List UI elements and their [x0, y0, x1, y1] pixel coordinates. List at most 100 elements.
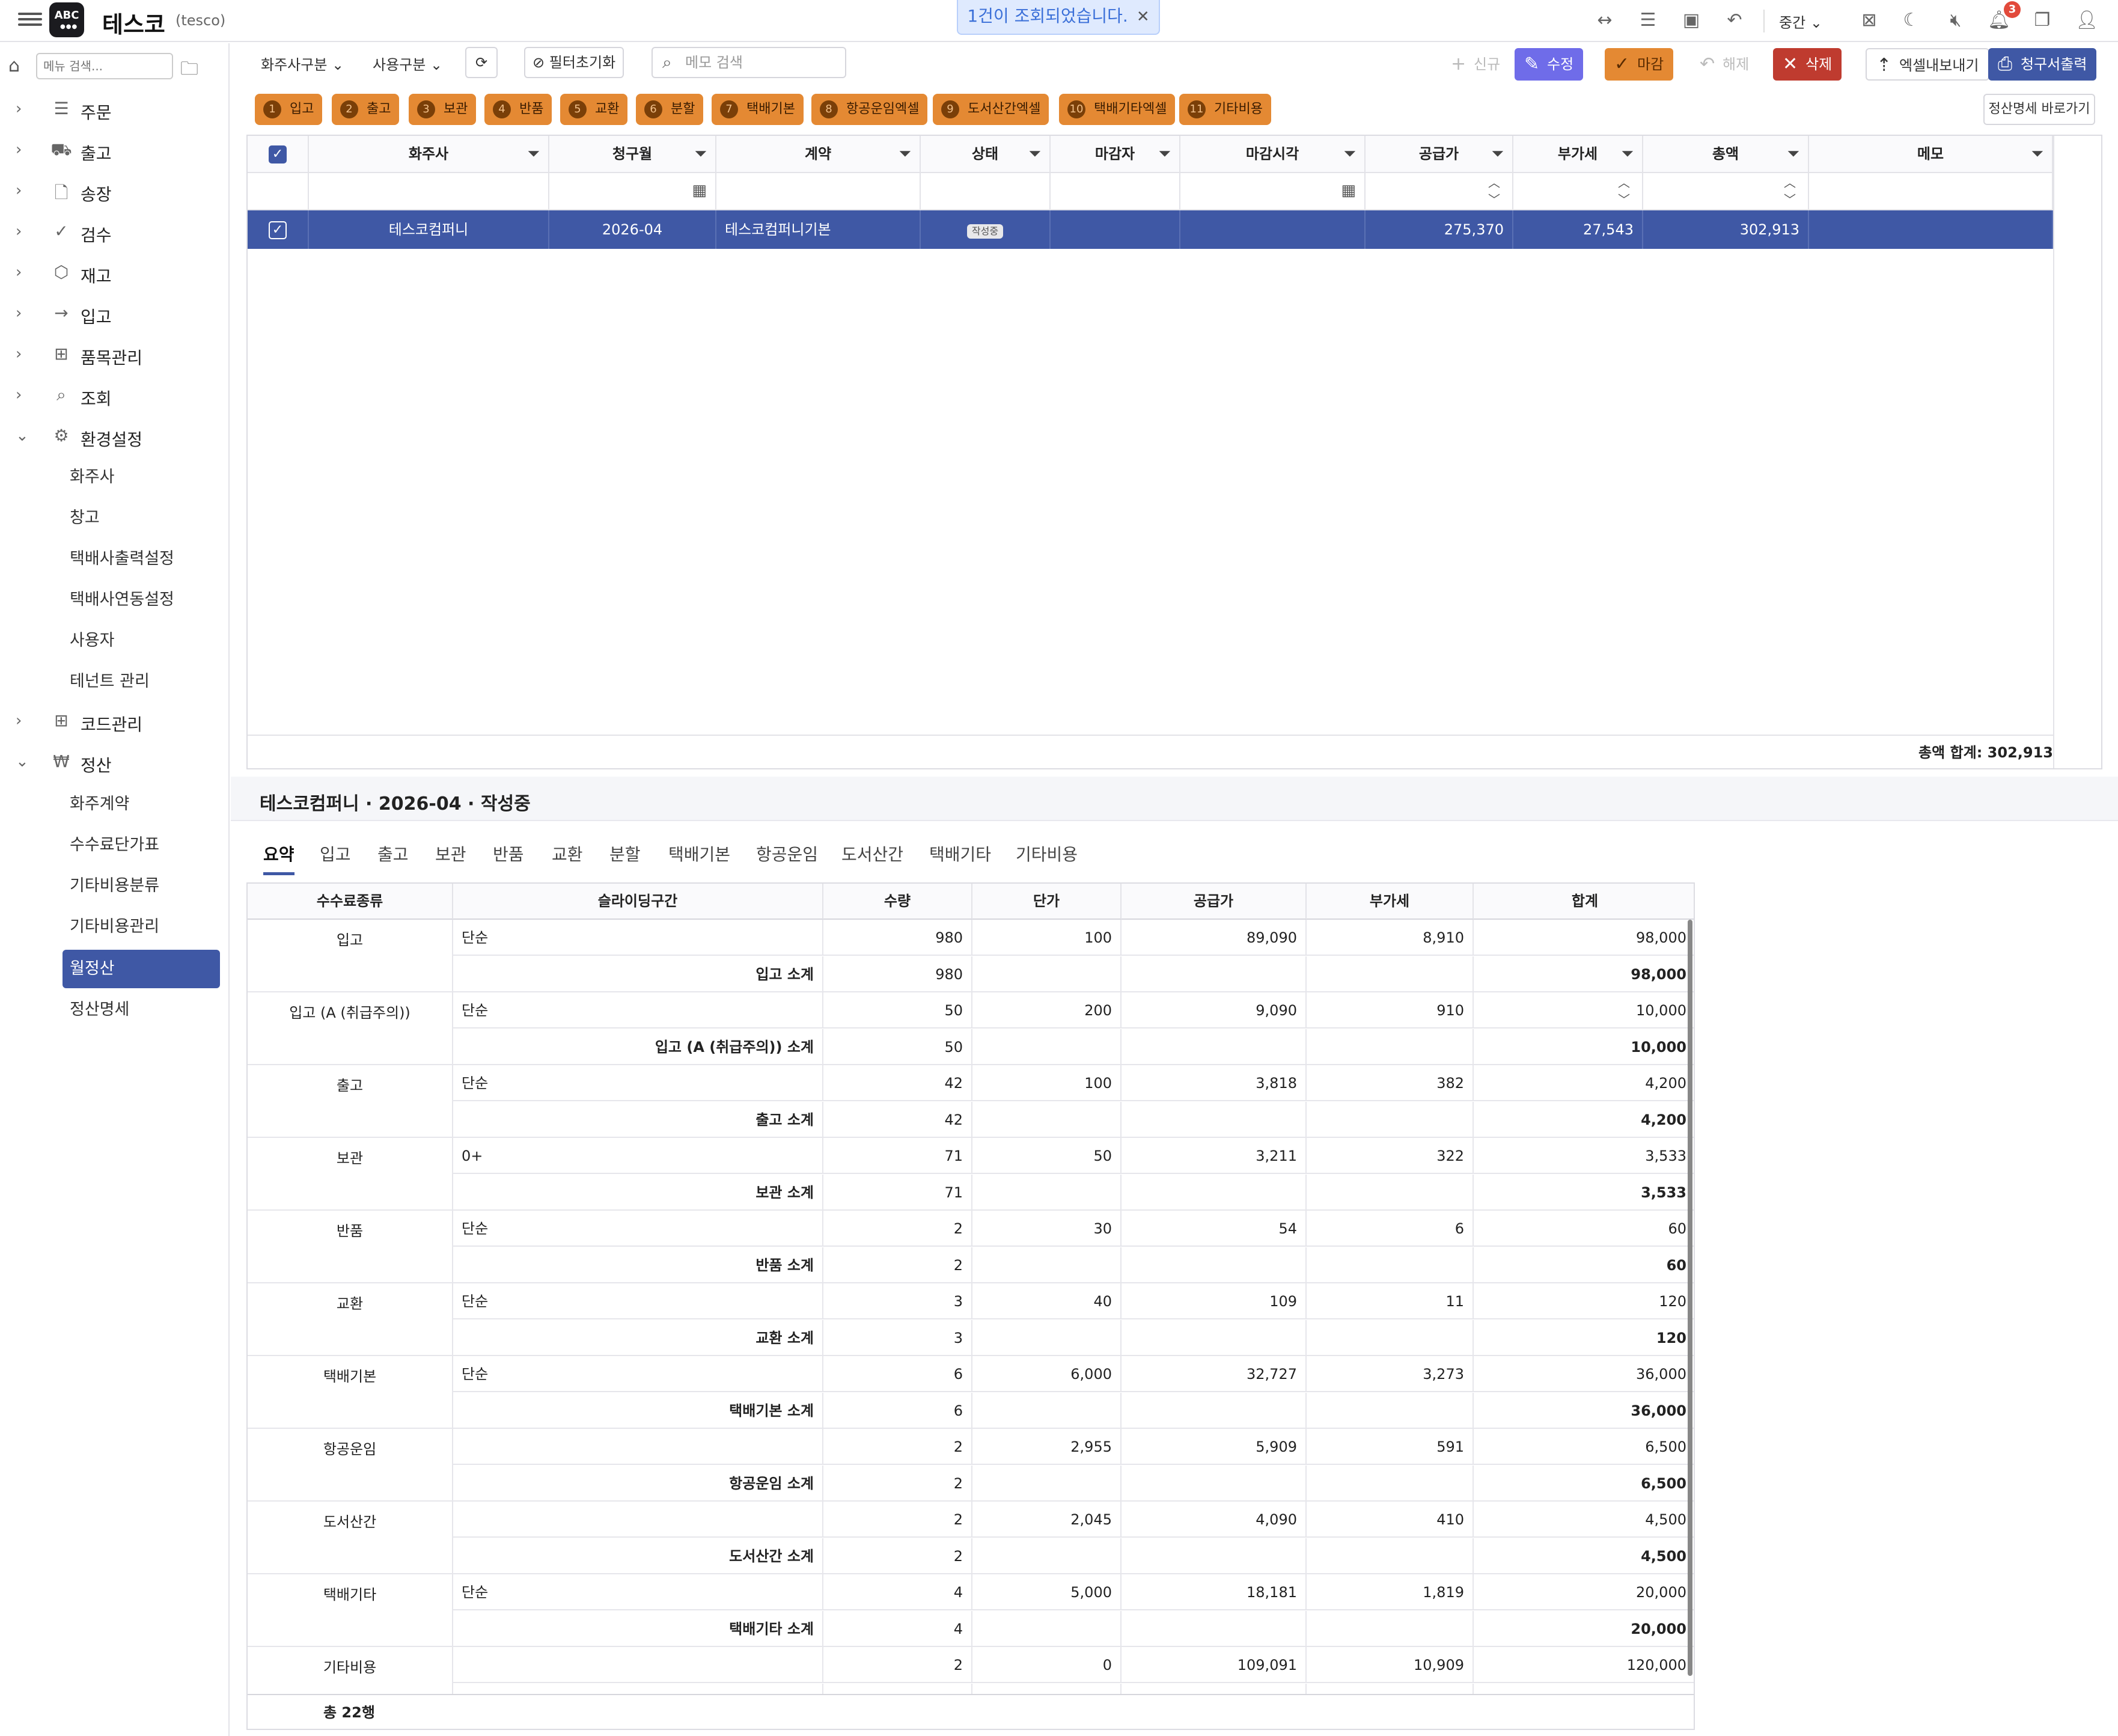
tab-etc-cost[interactable]: 기타비용 [1016, 842, 1078, 875]
filter-cell-supply[interactable]: ︿ ﹀ [1366, 173, 1513, 210]
hamburger-menu-icon[interactable] [18, 10, 42, 31]
filter-cell-memo[interactable] [1809, 173, 2053, 210]
filter-cell-close-time[interactable]: ▦ [1180, 173, 1366, 210]
subtotal-row[interactable]: 입고 (A (취급주의)) 소계 50 10,000 [453, 1028, 1694, 1065]
table-row[interactable]: 단순 6 6,000 32,727 3,273 36,000 [453, 1356, 1694, 1392]
table-row[interactable]: 단순 3 40 109 11 120 [453, 1283, 1694, 1319]
sub-item-monthly-settlement[interactable]: 월정산 [63, 950, 220, 988]
filter-icon[interactable]: ⏷ [1787, 136, 1799, 172]
filter-icon[interactable]: ⏷ [1491, 136, 1504, 172]
excel-export-button[interactable]: ⇡ 엑셀내보내기 [1866, 48, 1990, 81]
summary-scrollbar[interactable] [1688, 920, 1692, 1676]
col-header-vat[interactable]: 부가세 [1307, 884, 1474, 920]
filter-icon[interactable]: ⏷ [1158, 136, 1171, 172]
layers-icon[interactable]: ☰ [1636, 8, 1660, 32]
row-checkbox[interactable]: ✓ [269, 221, 287, 239]
table-row[interactable]: 단순 4 5,000 18,181 1,819 20,000 [453, 1574, 1694, 1610]
sub-item-warehouse[interactable]: 창고 [63, 499, 220, 537]
table-row[interactable]: 단순 50 200 9,090 910 10,000 [453, 992, 1694, 1028]
chip-inbound[interactable]: 1 입고 [255, 94, 323, 125]
filter-cell-closer[interactable] [1051, 173, 1180, 210]
col-header-fee-kind[interactable]: 수수료종류 [248, 884, 453, 920]
subtotal-row[interactable]: 출고 소계 42 4,200 [453, 1101, 1694, 1138]
undo-icon[interactable]: ↶ [1723, 8, 1747, 32]
close-settlement-button[interactable]: ✓ 마감 [1605, 48, 1674, 81]
col-header-contract[interactable]: 계약 ⏷ [716, 136, 921, 173]
sub-item-etc-category[interactable]: 기타비용분류 [63, 867, 220, 905]
moon-icon[interactable]: ☾ [1899, 8, 1923, 32]
select-all-checkbox[interactable]: ✓ [269, 145, 287, 164]
filter-icon[interactable]: ⏷ [694, 136, 707, 172]
menu-item-settlement[interactable]: ⌄ ₩ 정산 [0, 742, 228, 781]
tab-split[interactable]: 분할 [609, 842, 641, 875]
table-row[interactable]: 2 0 109,091 10,909 120,000 [453, 1647, 1694, 1683]
chip-air-freight-excel[interactable]: 8 항공운임엑셀 [811, 94, 928, 125]
chip-courier-basic[interactable]: 7 택배기본 [712, 94, 804, 125]
sub-item-tenant[interactable]: 테넌트 관리 [63, 662, 220, 701]
tab-outbound[interactable]: 출고 [377, 842, 409, 875]
col-header-tier[interactable]: 슬라이딩구간 [453, 884, 823, 920]
subtotal-row[interactable]: 도서산간 소계 2 4,500 [453, 1538, 1694, 1574]
table-row[interactable]: ✓ 테스코컴퍼니 2026-04 테스코컴퍼니기본 작성중 275,370 27… [248, 210, 2053, 249]
sub-item-statement[interactable]: 정산명세 [63, 991, 220, 1029]
fit-width-icon[interactable]: ↔ [1593, 8, 1617, 32]
filter-icon[interactable]: ⏷ [2031, 136, 2043, 172]
chip-split[interactable]: 6 분할 [636, 94, 704, 125]
filter-cell-vat[interactable]: ︿ ﹀ [1513, 173, 1643, 210]
filter-cell-contract[interactable] [716, 173, 921, 210]
mute-icon[interactable]: 🔇︎ [1944, 8, 1968, 32]
print-invoice-button[interactable]: ⎙ 청구서출력 [1988, 48, 2097, 81]
table-row[interactable]: 2 2,955 5,909 591 6,500 [453, 1429, 1694, 1465]
sub-item-users[interactable]: 사용자 [63, 622, 220, 660]
sub-item-contract[interactable]: 화주계약 [63, 785, 220, 824]
col-header-supply[interactable]: 공급가 [1122, 884, 1307, 920]
filter-icon[interactable]: ⏷ [1343, 136, 1356, 172]
filter-icon[interactable]: ⏷ [1028, 136, 1041, 172]
table-row[interactable]: 단순 2 30 54 6 60 [453, 1211, 1694, 1247]
edit-button[interactable]: ✎ 수정 [1515, 48, 1584, 81]
subtotal-row[interactable]: 택배기본 소계 6 36,000 [453, 1392, 1694, 1429]
memo-search-input[interactable]: ⌕ 메모 검색 [652, 47, 846, 78]
no-image-icon[interactable]: ⊠ [1857, 8, 1881, 32]
select-all-header[interactable]: ✓ [248, 136, 309, 173]
col-header-close-time[interactable]: 마감시각 ⏷ [1180, 136, 1366, 173]
col-header-shipper[interactable]: 화주사 ⏷ [309, 136, 549, 173]
subtotal-row[interactable]: 교환 소계 3 120 [453, 1319, 1694, 1356]
col-header-total[interactable]: 총액 ⏷ [1643, 136, 1809, 173]
sub-item-courier-link[interactable]: 택배사연동설정 [63, 581, 220, 619]
menu-item-items[interactable]: › ⊞ 품목관리 [0, 334, 228, 374]
new-button[interactable]: + 신규 [1441, 48, 1510, 81]
subtotal-row[interactable]: 입고 소계 980 98,000 [453, 956, 1694, 992]
subtotal-row[interactable]: 보관 소계 71 3,533 [453, 1174, 1694, 1211]
tab-remote-area[interactable]: 도서산간 [841, 842, 903, 875]
goto-statement-button[interactable]: 정산명세 바로가기 [1983, 94, 2095, 125]
col-header-qty[interactable]: 수량 [823, 884, 972, 920]
menu-item-codes[interactable]: › ⊞ 코드관리 [0, 701, 228, 741]
sort-icon[interactable]: ︿ ﹀ [1488, 174, 1500, 208]
chip-outbound[interactable]: 2 출고 [332, 94, 400, 125]
tab-summary[interactable]: 요약 [263, 842, 295, 875]
table-row[interactable]: 0+ 71 50 3,211 322 3,533 [453, 1138, 1694, 1174]
menu-item-outbound[interactable]: › ⛟ 출고 [0, 130, 228, 170]
col-header-sum[interactable]: 합계 [1474, 884, 1694, 920]
menu-item-stock[interactable]: › ⬡ 재고 [0, 252, 228, 292]
sub-item-fee-table[interactable]: 수수료단가표 [63, 826, 220, 864]
table-row[interactable]: 단순 980 100 89,090 8,910 98,000 [453, 920, 1694, 956]
zoom-select[interactable]: 중간 ⌄ [1779, 11, 1822, 32]
col-header-closer[interactable]: 마감자 ⏷ [1051, 136, 1180, 173]
tab-inbound[interactable]: 입고 [320, 842, 351, 875]
sub-item-etc-manage[interactable]: 기타비용관리 [63, 908, 220, 946]
home-icon[interactable]: ⌂ [8, 55, 20, 76]
menu-item-query[interactable]: › ⌕ 조회 [0, 375, 228, 415]
table-row[interactable]: 단순 42 100 3,818 382 4,200 [453, 1065, 1694, 1101]
filter-cell-total[interactable]: ︿ ﹀ [1643, 173, 1809, 210]
filter-icon[interactable]: ⏷ [527, 136, 540, 172]
col-header-vat[interactable]: 부가세 ⏷ [1513, 136, 1643, 173]
release-button[interactable]: ↶ 해제 [1690, 48, 1759, 81]
col-header-status[interactable]: 상태 ⏷ [921, 136, 1051, 173]
sort-icon[interactable]: ︿ ﹀ [1784, 174, 1796, 208]
tab-air-freight[interactable]: 항공운임 [756, 842, 818, 875]
sub-item-shipper[interactable]: 화주사 [63, 458, 220, 497]
tab-storage[interactable]: 보관 [435, 842, 466, 875]
chip-return[interactable]: 4 반품 [484, 94, 552, 125]
